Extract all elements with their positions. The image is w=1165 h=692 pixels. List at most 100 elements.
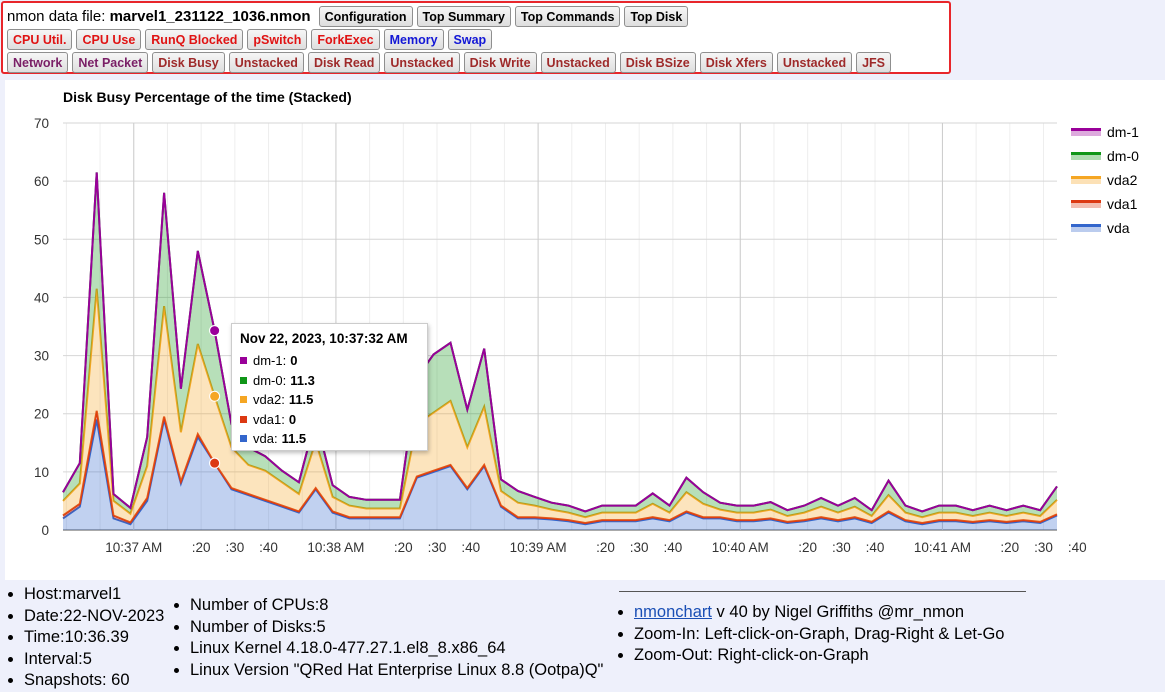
disk-read-button[interactable]: Disk Read [307,52,381,73]
y-tick-label: 60 [34,174,49,189]
top-disk-button[interactable]: Top Disk [624,6,689,27]
legend-label: vda1 [1107,196,1138,212]
legend-label: dm-0 [1107,148,1139,164]
info-item: Zoom-In: Left-click-on-Graph, Drag-Right… [634,624,1004,646]
top-commands-button[interactable]: Top Commands [514,6,621,27]
tooltip-series-value: 11.5 [288,392,314,408]
tooltip-series-value: 11.3 [290,372,315,388]
hover-point-vda2 [209,390,221,402]
x-tick-label: 10:40 AM [712,540,769,555]
network-button[interactable]: Network [7,52,69,73]
tooltip-series-name: dm-0: [253,372,287,388]
x-tick-label: :30 [428,540,447,555]
tooltip-series-name: vda2: [253,392,285,408]
jfs-button[interactable]: JFS [856,52,892,73]
disk-busy-chart[interactable]: 0 10 20 30 40 50 60 70 10:37 AM:20:30:40 10:38 AM… [5,80,1165,580]
unstacked-button[interactable]: Unstacked [540,52,616,73]
legend-swatch [1071,176,1101,184]
nmonchart-link[interactable]: nmonchart [634,603,712,621]
x-tick-label: 10:38 AM [307,540,364,555]
configuration-button[interactable]: Configuration [318,6,413,27]
legend-item-dm-0[interactable]: dm-0 [1071,144,1139,168]
disk-bsize-button[interactable]: Disk BSize [619,52,696,73]
y-tick-label: 10 [34,465,49,480]
legend-swatch [1071,152,1101,160]
x-tick-label: :40 [663,540,682,555]
help-list: nmonchart v 40 by Nigel Griffiths @mr_nm… [610,602,1004,667]
legend-item-vda[interactable]: vda [1071,216,1139,240]
tooltip-row-vda1: vda1: 0 [240,410,419,430]
credit-text: v 40 by Nigel Griffiths @mr_nmon [711,603,965,621]
legend-label: dm-1 [1107,124,1139,140]
forkexec-button[interactable]: ForkExec [311,29,380,50]
host-info-list: Host:marvel1Date:22-NOV-2023Time:10:36.3… [0,584,164,692]
header-row-3: Network Net Packet Disk Busy Unstacked Disk … [7,51,945,74]
y-tick-label: 70 [34,116,49,131]
chart-title: Disk Busy Percentage of the time (Stacke… [63,89,352,105]
top-summary-button[interactable]: Top Summary [416,6,511,27]
file-title: nmon data file: marvel1_231122_1036.nmon [7,8,311,25]
x-tick-label: :20 [394,540,413,555]
legend-item-vda2[interactable]: vda2 [1071,168,1139,192]
tooltip-series-value: 0 [290,353,298,369]
x-tick-label: 10:39 AM [510,540,567,555]
tooltip-series-name: vda1: [253,411,285,427]
runq-blocked-button[interactable]: RunQ Blocked [145,29,244,50]
tooltip-color-dot [240,396,247,404]
x-tick-label: :40 [461,540,480,555]
y-tick-label: 30 [34,349,49,364]
memory-button[interactable]: Memory [383,29,444,50]
header-row-1: nmon data file: marvel1_231122_1036.nmon… [7,5,945,28]
legend-swatch [1071,128,1101,136]
x-tick-label: :40 [1068,540,1087,555]
info-item: Number of CPUs:8 [190,595,603,617]
hover-point-dm-1 [209,325,221,337]
header-panel: nmon data file: marvel1_231122_1036.nmon… [1,1,951,74]
x-tick-label: :20 [192,540,211,555]
chart-area[interactable]: 0 10 20 30 40 50 60 70 10:37 AM:20:30:40 10:38 AM… [5,80,1165,580]
legend-item-vda1[interactable]: vda1 [1071,192,1139,216]
info-item: Zoom-Out: Right-click-on-Graph [634,645,1004,667]
tooltip-series-name: vda: [253,431,278,447]
x-tick-label: :30 [1034,540,1053,555]
net-packet-button[interactable]: Net Packet [72,52,149,73]
tooltip-color-dot [240,357,247,365]
x-tick-label: :20 [596,540,615,555]
x-tick-label: :20 [1000,540,1019,555]
footer: Host:marvel1Date:22-NOV-2023Time:10:36.3… [0,582,1165,689]
info-item: Interval:5 [24,649,164,671]
tooltip-series-value: 0 [288,411,297,427]
pswitch-button[interactable]: pSwitch [247,29,308,50]
y-tick-label: 20 [34,407,49,422]
tooltip-row-vda: vda: 11.5 [240,429,419,449]
disk-write-button[interactable]: Disk Write [463,52,537,73]
tooltip-series-name: dm-1: [253,353,287,369]
tooltip-row-dm-0: dm-0: 11.3 [240,371,419,391]
credit-item: nmonchart v 40 by Nigel Griffiths @mr_nm… [634,602,1004,624]
x-tick-label: :40 [866,540,885,555]
disk-busy-button[interactable]: Disk Busy [152,52,225,73]
cpu-use-button[interactable]: CPU Use [76,29,142,50]
tooltip-date: Nov 22, 2023, 10:37:32 AM [240,331,408,346]
info-item: Host:marvel1 [24,584,164,606]
x-tick-label: :30 [225,540,244,555]
y-tick-label: 40 [34,290,49,305]
tooltip-color-dot [240,415,247,423]
cpu-util-button[interactable]: CPU Util. [7,29,73,50]
disk-xfers-button[interactable]: Disk Xfers [699,52,773,73]
x-tick-label: :20 [798,540,817,555]
hover-point-vda1 [209,457,221,469]
unstacked-button[interactable]: Unstacked [776,52,853,73]
y-tick-label: 0 [41,523,49,538]
unstacked-button[interactable]: Unstacked [228,52,304,73]
legend-item-dm-1[interactable]: dm-1 [1071,120,1139,144]
file-prefix: nmon data file: [7,8,106,25]
swap-button[interactable]: Swap [447,29,493,50]
unstacked-button[interactable]: Unstacked [384,52,460,73]
x-tick-label: 10:41 AM [914,540,971,555]
info-item: Snapshots: 60 [24,670,164,692]
tooltip-series-value: 11.5 [281,431,307,447]
legend-swatch [1071,200,1101,208]
x-tick-label: :40 [259,540,278,555]
y-tick-label: 50 [34,232,49,247]
